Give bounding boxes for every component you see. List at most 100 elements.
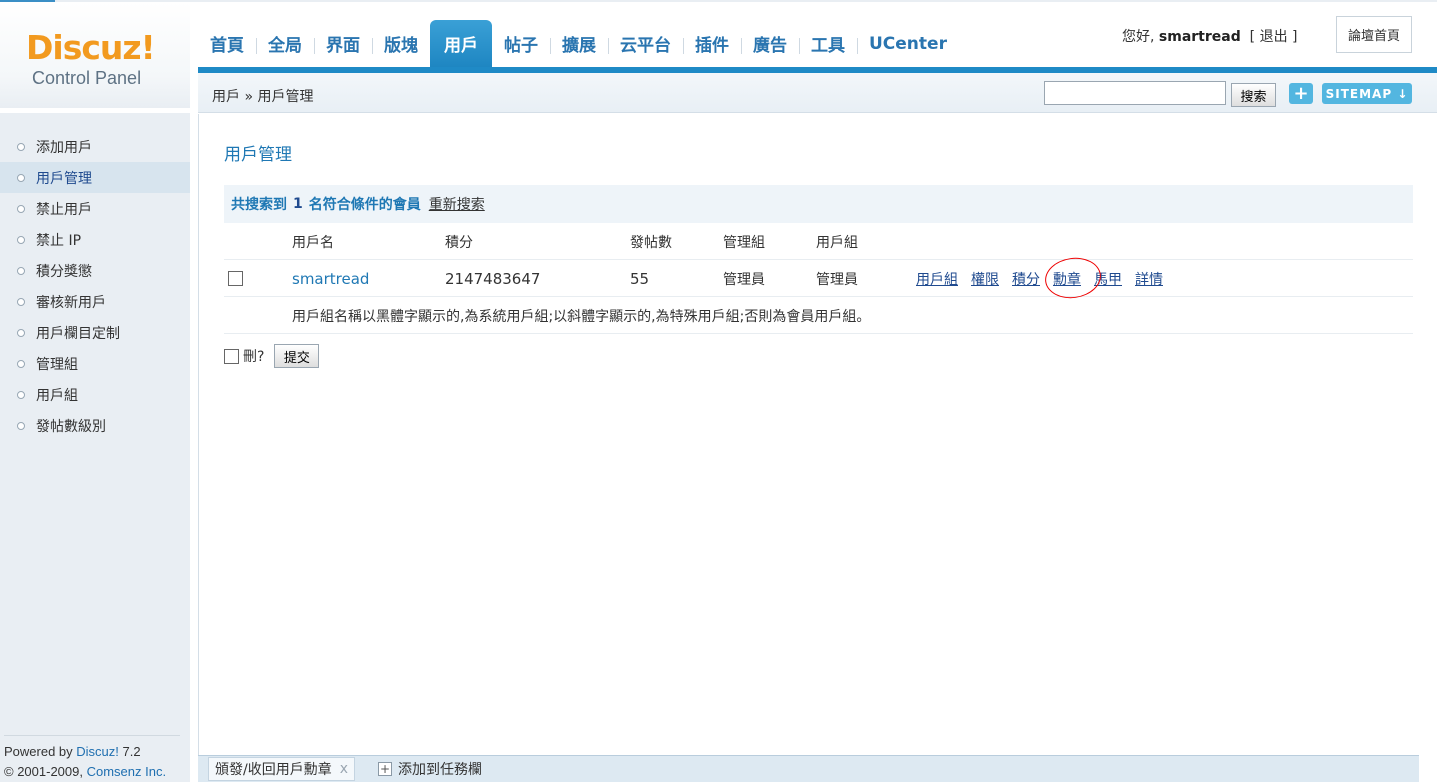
- sidebar-item-label: 用戶組: [36, 387, 78, 404]
- nav-ucenter[interactable]: UCenter: [857, 20, 959, 67]
- sidebar-item-credits[interactable]: 積分獎懲: [0, 255, 190, 286]
- group-legend-note: 用戶組名稱以黑體字顯示的,為系統用戶組;以斜體字顯示的,為特殊用戶組;否則為會員…: [292, 308, 871, 325]
- action-medals-link[interactable]: 勳章: [1053, 269, 1081, 289]
- logout-link[interactable]: [ 退出 ]: [1250, 29, 1298, 45]
- table-note-row: 用戶組名稱以黑體字顯示的,為系統用戶組;以斜體字顯示的,為特殊用戶組;否則為會員…: [224, 297, 1413, 334]
- taskbar: 頒發/收回用戶勳章 x + 添加到任務欄: [198, 755, 1419, 782]
- nav-plugins[interactable]: 插件: [683, 20, 741, 67]
- page-title: 用戶管理: [224, 145, 292, 165]
- result-suffix: 名符合條件的會員: [308, 197, 421, 213]
- bullet-icon: [17, 421, 25, 430]
- main-nav: 首頁 全局 界面 版塊 用戶 帖子 擴展 云平台 插件 廣告 工具 UCente…: [198, 20, 959, 67]
- nav-home[interactable]: 首頁: [198, 20, 256, 67]
- copyright: © 2001-2009,: [4, 764, 83, 779]
- sidebar-item-add-user[interactable]: 添加用戶: [0, 131, 190, 162]
- product-link[interactable]: Discuz!: [76, 744, 119, 759]
- bullet-icon: [17, 390, 25, 399]
- nav-posts[interactable]: 帖子: [492, 20, 550, 67]
- version: 7.2: [122, 744, 141, 759]
- plus-icon: +: [378, 762, 392, 776]
- sidebar-item-profile-fields[interactable]: 用戶欄目定制: [0, 317, 190, 348]
- bullet-icon: [17, 297, 25, 306]
- nav-cloud[interactable]: 云平台: [608, 20, 683, 67]
- sidebar-item-post-ranks[interactable]: 發帖數級別: [0, 410, 190, 441]
- add-to-taskbar-button[interactable]: + 添加到任務欄: [378, 757, 482, 781]
- nav-ads[interactable]: 廣告: [741, 20, 799, 67]
- col-credits: 積分: [445, 234, 473, 251]
- admin-group-value: 管理員: [723, 271, 765, 288]
- nav-extended[interactable]: 擴展: [550, 20, 608, 67]
- nav-forums[interactable]: 版塊: [372, 20, 430, 67]
- delete-label: 刪?: [243, 349, 265, 365]
- sidebar-item-label: 添加用戶: [36, 139, 92, 156]
- user-greeting: 您好, smartread [ 退出 ]: [1122, 26, 1297, 46]
- action-details-link[interactable]: 詳情: [1135, 269, 1163, 289]
- posts-value: 55: [630, 269, 650, 288]
- nav-style[interactable]: 界面: [314, 20, 372, 67]
- action-credits-link[interactable]: 積分: [1012, 269, 1040, 289]
- col-admin-group: 管理組: [723, 234, 765, 251]
- close-icon[interactable]: x: [340, 761, 348, 777]
- bullet-icon: [17, 142, 25, 151]
- sitemap-button[interactable]: SITEMAP ↓: [1322, 83, 1412, 104]
- sidebar-item-ban-user[interactable]: 禁止用戶: [0, 193, 190, 224]
- action-vest-link[interactable]: 馬甲: [1094, 269, 1122, 289]
- add-shortcut-button[interactable]: +: [1289, 83, 1313, 104]
- sidebar-item-user-groups[interactable]: 用戶組: [0, 379, 190, 410]
- greeting-username: smartread: [1158, 29, 1241, 45]
- sidebar-item-label: 用戶管理: [36, 170, 92, 187]
- sidebar-item-label: 禁止 IP: [36, 232, 82, 249]
- nav-tools[interactable]: 工具: [799, 20, 857, 67]
- submit-button[interactable]: 提交: [274, 344, 320, 368]
- table-header: 用戶名 積分 發帖數 管理組 用戶組: [224, 223, 1413, 260]
- submit-area: 刪? 提交: [224, 344, 320, 368]
- sub-header: 用戶 » 用戶管理 搜索 + SITEMAP ↓: [198, 73, 1437, 113]
- company-link[interactable]: Comsenz Inc.: [87, 764, 166, 779]
- row-actions: 用戶組 權限 積分 勳章 馬甲 詳情: [916, 260, 1176, 297]
- action-usergroup-link[interactable]: 用戶組: [916, 269, 958, 289]
- sidebar-item-label: 審核新用戶: [36, 294, 106, 311]
- sidebar-item-admin-groups[interactable]: 管理組: [0, 348, 190, 379]
- task-tab[interactable]: 頒發/收回用戶勳章 x: [208, 757, 356, 781]
- nav-global[interactable]: 全局: [256, 20, 314, 67]
- bullet-icon: [17, 266, 25, 275]
- sidebar-item-label: 用戶欄目定制: [36, 325, 120, 342]
- task-tab-label: 頒發/收回用戶勳章: [215, 762, 332, 778]
- sidebar-item-label: 積分獎懲: [36, 263, 92, 280]
- sidebar-item-user-manage[interactable]: 用戶管理: [0, 162, 190, 193]
- delete-checkbox[interactable]: [224, 348, 239, 364]
- powered-by: Powered by: [4, 744, 73, 759]
- col-posts: 發帖數: [630, 234, 672, 251]
- table-row: smartread 2147483647 55 管理員 管理員 用戶組 權限 積…: [224, 260, 1413, 297]
- breadcrumb: 用戶 » 用戶管理: [212, 89, 314, 105]
- sidebar: 添加用戶 用戶管理 禁止用戶 禁止 IP 積分獎懲 審核新用戶 用戶欄目定制 管…: [0, 113, 190, 782]
- bullet-icon: [17, 173, 25, 182]
- bullet-icon: [17, 204, 25, 213]
- bullet-icon: [17, 359, 25, 368]
- result-prefix: 共搜索到: [231, 197, 287, 213]
- user-group-value: 管理員: [816, 271, 858, 288]
- username-link[interactable]: smartread: [292, 260, 369, 297]
- search-button[interactable]: 搜索: [1231, 83, 1276, 107]
- user-table: 用戶名 積分 發帖數 管理組 用戶組 smartread 2147483647 …: [224, 223, 1413, 334]
- sidebar-divider: [190, 113, 198, 782]
- action-permission-link[interactable]: 權限: [971, 269, 999, 289]
- sidebar-footer: Powered by Discuz! 7.2 © 2001-2009, Coms…: [4, 735, 180, 782]
- result-count: 1: [293, 196, 303, 212]
- col-user-group: 用戶組: [816, 234, 858, 251]
- col-username: 用戶名: [292, 234, 334, 251]
- nav-users[interactable]: 用戶: [430, 20, 492, 67]
- sidebar-item-label: 禁止用戶: [36, 201, 92, 218]
- research-link[interactable]: 重新搜索: [429, 194, 485, 214]
- sidebar-item-label: 管理組: [36, 356, 78, 373]
- forum-home-button[interactable]: 論壇首頁: [1336, 16, 1412, 53]
- logo-subtitle: Control Panel: [32, 68, 142, 88]
- search-input[interactable]: [1044, 81, 1226, 105]
- row-select-checkbox[interactable]: [228, 271, 243, 286]
- logo[interactable]: Discuz! Control Panel: [0, 2, 190, 108]
- logo-text: Discuz!: [26, 28, 156, 67]
- sidebar-item-moderate[interactable]: 審核新用戶: [0, 286, 190, 317]
- credits-value: 2147483647: [445, 269, 541, 288]
- greeting-text: 您好,: [1122, 29, 1155, 45]
- sidebar-item-ban-ip[interactable]: 禁止 IP: [0, 224, 190, 255]
